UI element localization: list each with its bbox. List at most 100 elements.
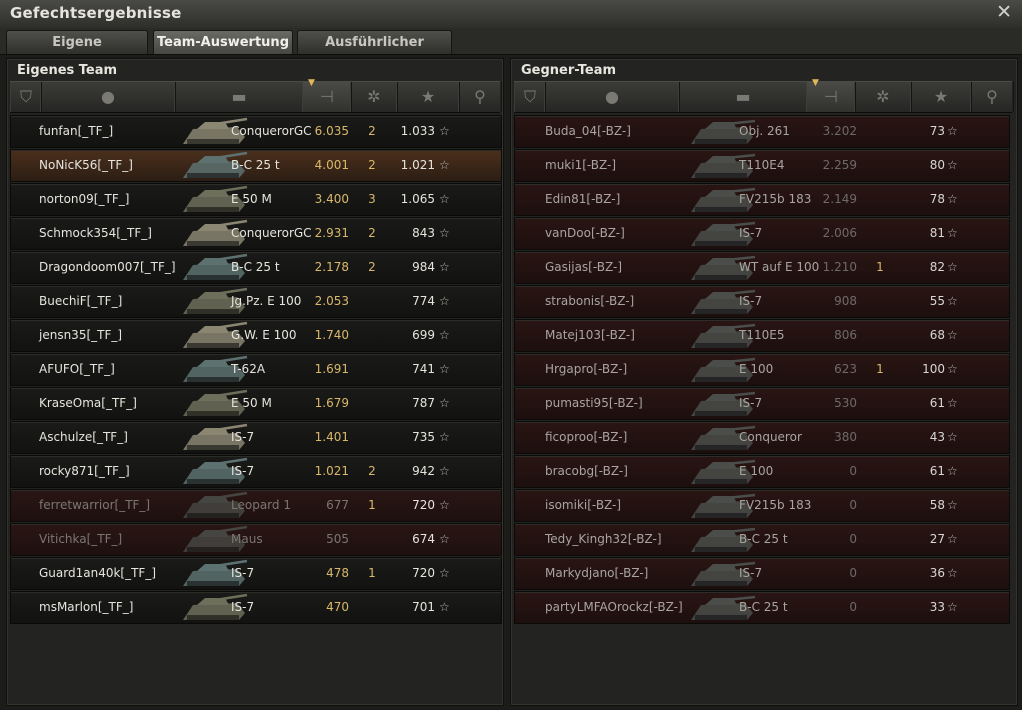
- xp-column-header[interactable]: ★: [396, 82, 460, 112]
- kills-value: [865, 184, 895, 215]
- table-row[interactable]: Schmock354[_TF_] ConquerorGC 2.931 2 843 ☆: [10, 217, 502, 250]
- close-icon[interactable]: ✕: [996, 1, 1012, 23]
- table-row[interactable]: Dragondoom007[_TF_] B-C 25 t 2.178 2 984 ☆: [10, 251, 502, 284]
- kills-value: [865, 218, 895, 249]
- xp-star-icon: ★: [933, 87, 949, 106]
- tank-column-header[interactable]: ▬: [174, 82, 304, 112]
- medal-column-header[interactable]: ⚲: [458, 82, 502, 112]
- player-name: jensn35[_TF_]: [39, 328, 123, 342]
- damage-column-header[interactable]: ▼ ⊣: [302, 78, 352, 112]
- table-row[interactable]: AFUFO[_TF_] T-62A 1.691 741 ☆: [10, 353, 502, 386]
- xp-value: 58: [929, 498, 945, 512]
- table-row[interactable]: Tedy_Kingh32[-BZ-] B-C 25 t 0 27 ☆: [514, 523, 1010, 556]
- table-row[interactable]: BuechiF[_TF_] Jg.Pz. E 100 2.053 774 ☆: [10, 285, 502, 318]
- player-name: Hrgapro[-BZ-]: [545, 362, 628, 376]
- platoon-icon: ⛉: [19, 87, 32, 106]
- damage-value: 2.006: [822, 226, 857, 240]
- platoon-column-header[interactable]: ⛉: [514, 82, 546, 112]
- damage-value: 0: [849, 498, 857, 512]
- kills-value: 2: [368, 158, 376, 172]
- damage-value: 2.259: [822, 158, 857, 172]
- xp-value: 61: [929, 464, 945, 478]
- table-row[interactable]: NoNicK56[_TF_] B-C 25 t 4.001 2 1.021 ☆: [10, 149, 502, 182]
- tab-team-auswertung[interactable]: Team-Auswertung: [153, 30, 293, 54]
- damage-value: 0: [849, 532, 857, 546]
- xp-value: 701: [412, 600, 435, 614]
- kills-value: [357, 354, 387, 385]
- table-row[interactable]: pumasti95[-BZ-] IS-7 530 61 ☆: [514, 387, 1010, 420]
- kills-column-header[interactable]: ✲: [854, 82, 912, 112]
- table-row[interactable]: Gasijas[-BZ-] WT auf E 100 1.210 1 82 ☆: [514, 251, 1010, 284]
- table-row[interactable]: strabonis[-BZ-] IS-7 908 55 ☆: [514, 285, 1010, 318]
- table-row[interactable]: Vitichka[_TF_] Maus 505 674 ☆: [10, 523, 502, 556]
- player-column-header[interactable]: ●: [40, 82, 176, 112]
- xp-value: 674: [412, 532, 435, 546]
- kills-value: 1: [368, 498, 376, 512]
- platoon-column-header[interactable]: ⛉: [10, 82, 42, 112]
- table-row[interactable]: ficoproo[-BZ-] Conqueror 380 43 ☆: [514, 421, 1010, 454]
- damage-column-header[interactable]: ▼ ⊣: [806, 78, 856, 112]
- damage-value: 0: [849, 600, 857, 614]
- xp-value: 1.065: [400, 192, 435, 206]
- table-row[interactable]: vanDoo[-BZ-] IS-7 2.006 81 ☆: [514, 217, 1010, 250]
- xp-star-icon: ☆: [947, 464, 958, 478]
- damage-value: 0: [849, 566, 857, 580]
- xp-value: 699: [412, 328, 435, 342]
- xp-value: 55: [929, 294, 945, 308]
- table-row[interactable]: Edin81[-BZ-] FV215b 183 2.149 78 ☆: [514, 183, 1010, 216]
- player-name: Matej103[-BZ-]: [545, 328, 635, 342]
- table-row[interactable]: Aschulze[_TF_] IS-7 1.401 735 ☆: [10, 421, 502, 454]
- table-row[interactable]: bracobg[-BZ-] E 100 0 61 ☆: [514, 455, 1010, 488]
- table-row[interactable]: Guard1an40k[_TF_] IS-7 478 1 720 ☆: [10, 557, 502, 590]
- table-row[interactable]: funfan[_TF_] ConquerorGC 6.035 2 1.033 ☆: [10, 115, 502, 148]
- xp-star-icon: ☆: [947, 498, 958, 512]
- player-name: pumasti95[-BZ-]: [545, 396, 643, 410]
- platoon-icon: ⛉: [523, 87, 536, 106]
- table-row[interactable]: norton09[_TF_] E 50 M 3.400 3 1.065 ☆: [10, 183, 502, 216]
- damage-value: 470: [326, 600, 349, 614]
- xp-value: 61: [929, 396, 945, 410]
- damage-value: 677: [326, 498, 349, 512]
- tank-icon: ▬: [231, 87, 247, 106]
- xp-value: 100: [922, 362, 945, 376]
- damage-value: 1.691: [314, 362, 349, 376]
- kills-value: [357, 286, 387, 317]
- table-row[interactable]: msMarlon[_TF_] IS-7 470 701 ☆: [10, 591, 502, 624]
- own-team-panel: Eigenes Team ⛉ ● ▬ ▼ ⊣ ✲ ★ ⚲ funfan[_TF_]…: [6, 58, 504, 706]
- kills-value: [865, 592, 895, 623]
- table-row[interactable]: Hrgapro[-BZ-] E 100 623 1 100 ☆: [514, 353, 1010, 386]
- table-row[interactable]: isomiki[-BZ-] FV215b 183 0 58 ☆: [514, 489, 1010, 522]
- player-name: KraseOma[_TF_]: [39, 396, 137, 410]
- table-row[interactable]: KraseOma[_TF_] E 50 M 1.679 787 ☆: [10, 387, 502, 420]
- damage-value: 1.401: [314, 430, 349, 444]
- kills-value: [865, 388, 895, 419]
- kills-column-header[interactable]: ✲: [350, 82, 398, 112]
- player-name: Gasijas[-BZ-]: [545, 260, 623, 274]
- player-name: partyLMFAOrockz[-BZ-]: [545, 600, 683, 614]
- tab-ausfuehrlicher-bericht[interactable]: Ausführlicher Bericht: [297, 30, 452, 73]
- table-row[interactable]: ferretwarrior[_TF_] Leopard 1 677 1 720 ☆: [10, 489, 502, 522]
- medal-column-header[interactable]: ⚲: [970, 82, 1014, 112]
- table-row[interactable]: jensn35[_TF_] G.W. E 100 1.740 699 ☆: [10, 319, 502, 352]
- xp-value: 720: [412, 498, 435, 512]
- xp-star-icon: ☆: [947, 294, 958, 308]
- table-row[interactable]: Markydjano[-BZ-] IS-7 0 36 ☆: [514, 557, 1010, 590]
- damage-value: 806: [834, 328, 857, 342]
- damage-value: 530: [834, 396, 857, 410]
- kills-value: [865, 150, 895, 181]
- table-row[interactable]: rocky871[_TF_] IS-7 1.021 2 942 ☆: [10, 455, 502, 488]
- tab-eigene-auswertung[interactable]: Eigene Auswertung: [6, 30, 148, 73]
- tank-column-header[interactable]: ▬: [678, 82, 808, 112]
- player-column-header[interactable]: ●: [544, 82, 680, 112]
- xp-value: 68: [929, 328, 945, 342]
- table-row[interactable]: Buda_04[-BZ-] Obj. 261 3.202 73 ☆: [514, 115, 1010, 148]
- table-row[interactable]: Matej103[-BZ-] T110E5 806 68 ☆: [514, 319, 1010, 352]
- player-name: Dragondoom007[_TF_]: [39, 260, 176, 274]
- player-name: isomiki[-BZ-]: [545, 498, 622, 512]
- damage-value: 2.149: [822, 192, 857, 206]
- xp-column-header[interactable]: ★: [910, 82, 972, 112]
- xp-value: 43: [929, 430, 945, 444]
- damage-value: 1.021: [314, 464, 349, 478]
- table-row[interactable]: partyLMFAOrockz[-BZ-] B-C 25 t 0 33 ☆: [514, 591, 1010, 624]
- table-row[interactable]: muki1[-BZ-] T110E4 2.259 80 ☆: [514, 149, 1010, 182]
